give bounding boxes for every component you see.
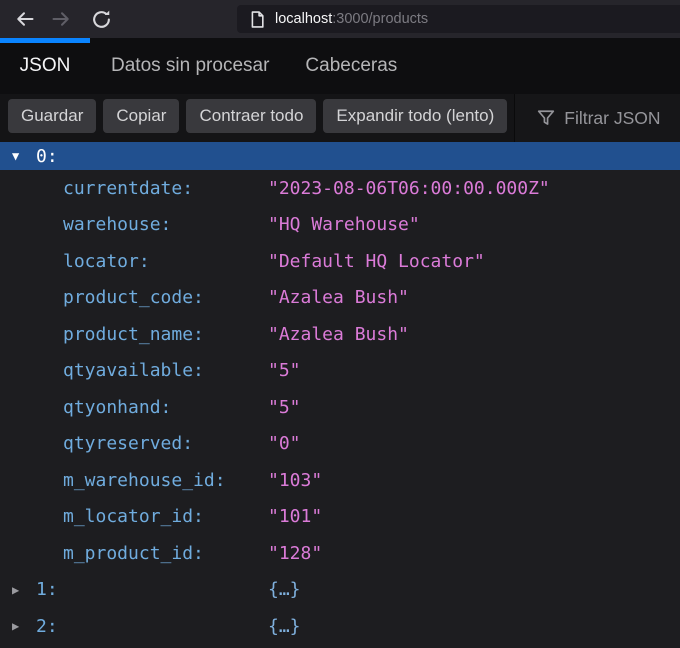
property-key: m_warehouse_id: [63, 469, 226, 491]
property-value: "Azalea Bush" [268, 287, 409, 309]
property-value: "2023-08-06T06:00:00.000Z" [268, 177, 550, 199]
property-value: "103" [268, 469, 323, 491]
json-row-2[interactable]: ▶ 2: {…} [0, 608, 680, 645]
expander-open-icon[interactable]: ▼ [12, 149, 36, 163]
property-key: m_product_id: [63, 542, 204, 564]
property-value: "Default HQ Locator" [268, 250, 485, 272]
reload-button[interactable] [89, 7, 113, 31]
property-key: qtyreserved: [63, 433, 194, 455]
property-value: "128" [268, 542, 323, 564]
property-value: "5" [268, 360, 301, 382]
url-text: localhost:3000/products [275, 11, 428, 27]
json-tree: currentdate: "2023-08-06T06:00:00.000Z" … [0, 170, 680, 648]
object-summary: {…} [268, 615, 301, 637]
expander-closed-icon[interactable]: ▶ [12, 619, 36, 633]
json-property-qtyavailable: qtyavailable: "5" [0, 353, 680, 390]
forward-button[interactable] [49, 7, 73, 31]
url-path: :3000/products [332, 11, 429, 27]
property-key: warehouse: [63, 214, 172, 236]
url-host: localhost [275, 11, 333, 27]
tab-raw-data[interactable]: Datos sin procesar [93, 38, 287, 94]
json-property-m-product-id: m_product_id: "128" [0, 535, 680, 572]
json-viewer-toolbar: Guardar Copiar Contraer todo Expandir to… [0, 94, 680, 142]
expander-closed-icon[interactable]: ▶ [12, 583, 36, 597]
forward-arrow-icon [52, 12, 69, 26]
save-button[interactable]: Guardar [8, 99, 97, 133]
url-bar[interactable]: localhost:3000/products [237, 5, 680, 33]
json-property-locator: locator: "Default HQ Locator" [0, 243, 680, 280]
json-property-qtyreserved: qtyreserved: "0" [0, 426, 680, 463]
property-value: "101" [268, 506, 323, 528]
row-key: 2: [36, 615, 58, 637]
json-row-0[interactable]: ▼ 0: [0, 142, 680, 170]
property-value: "Azalea Bush" [268, 323, 409, 345]
json-property-m-warehouse-id: m_warehouse_id: "103" [0, 462, 680, 499]
active-tab-indicator [0, 38, 90, 43]
filter-funnel-icon [538, 110, 555, 125]
browser-toolbar: localhost:3000/products [0, 0, 680, 38]
property-value: "5" [268, 396, 301, 418]
property-value: "0" [268, 433, 301, 455]
json-property-product-name: product_name: "Azalea Bush" [0, 316, 680, 353]
collapse-all-button[interactable]: Contraer todo [186, 99, 317, 133]
expand-all-button[interactable]: Expandir todo (lento) [323, 99, 508, 133]
property-key: m_locator_id: [63, 506, 204, 528]
json-property-m-locator-id: m_locator_id: "101" [0, 499, 680, 536]
page-icon [250, 10, 265, 28]
json-viewer-tabstrip: JSON Datos sin procesar Cabeceras [0, 38, 680, 94]
json-property-currentdate: currentdate: "2023-08-06T06:00:00.000Z" [0, 170, 680, 207]
property-value: "HQ Warehouse" [268, 214, 420, 236]
tab-json[interactable]: JSON [0, 38, 90, 94]
property-key: product_code: [63, 287, 204, 309]
json-property-warehouse: warehouse: "HQ Warehouse" [0, 207, 680, 244]
property-key: currentdate: [63, 177, 194, 199]
json-property-product-code: product_code: "Azalea Bush" [0, 280, 680, 317]
filter-json-placeholder: Filtrar JSON [564, 107, 661, 128]
tab-headers-label: Cabeceras [305, 55, 398, 76]
tab-json-label: JSON [19, 55, 71, 76]
filter-json-input[interactable]: Filtrar JSON [514, 94, 680, 142]
back-button[interactable] [13, 7, 37, 31]
tab-raw-data-label: Datos sin procesar [111, 55, 270, 76]
row-key: 1: [36, 579, 58, 601]
tab-headers[interactable]: Cabeceras [287, 38, 415, 94]
property-key: product_name: [63, 323, 204, 345]
json-row-0-key: 0: [36, 145, 58, 167]
property-key: locator: [63, 250, 150, 272]
property-key: qtyavailable: [63, 360, 204, 382]
json-row-1[interactable]: ▶ 1: {…} [0, 572, 680, 609]
json-property-qtyonhand: qtyonhand: "5" [0, 389, 680, 426]
property-key: qtyonhand: [63, 396, 172, 418]
back-arrow-icon [17, 12, 34, 26]
object-summary: {…} [268, 579, 301, 601]
copy-button[interactable]: Copiar [103, 99, 180, 133]
